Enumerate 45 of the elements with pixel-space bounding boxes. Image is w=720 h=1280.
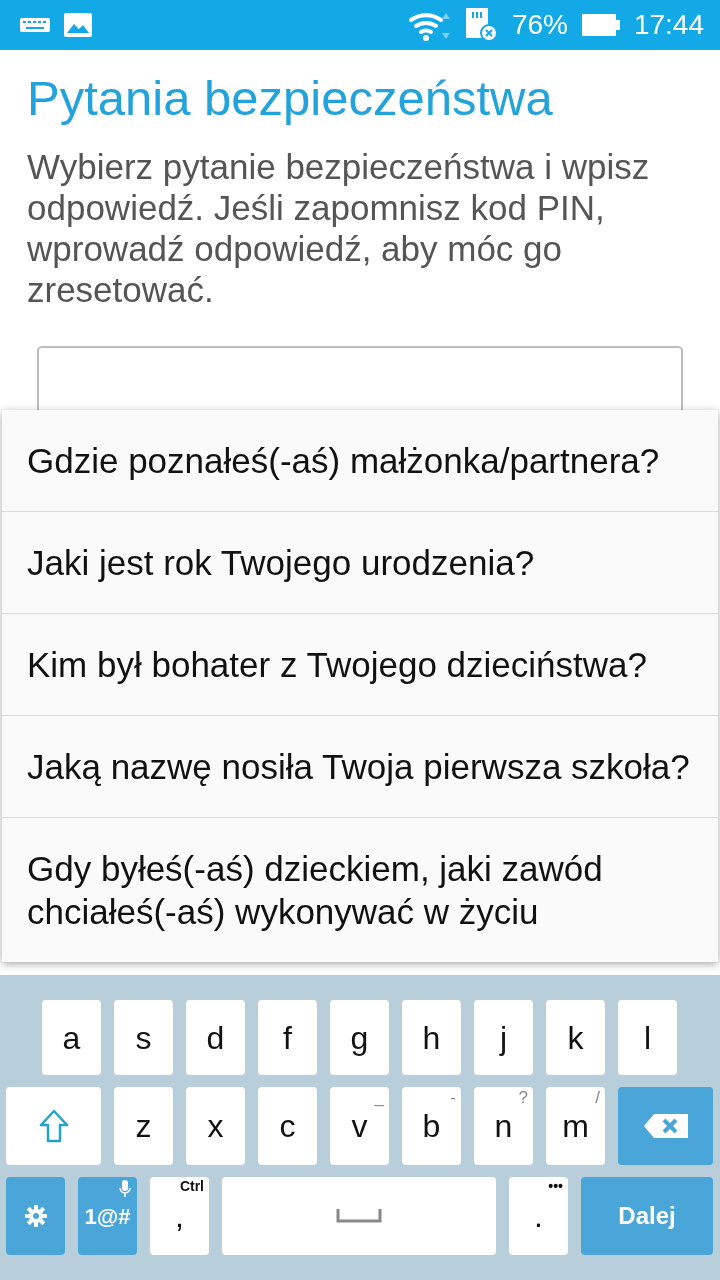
- dropdown-option[interactable]: Jaki jest rok Twojego urodzenia?: [2, 512, 718, 614]
- shift-key[interactable]: [6, 1087, 101, 1165]
- battery-percent: 76%: [511, 8, 568, 42]
- clock: 17:44: [633, 8, 704, 42]
- backspace-icon: [643, 1114, 688, 1138]
- key[interactable]: f: [258, 1000, 317, 1075]
- key-hint: ?: [518, 1089, 528, 1106]
- sd-card-icon: [465, 8, 498, 42]
- key-hint: -: [450, 1089, 456, 1106]
- key[interactable]: , Ctrl: [150, 1177, 209, 1255]
- key[interactable]: s: [114, 1000, 173, 1075]
- space-icon: [336, 1209, 382, 1223]
- key-hint: _: [374, 1089, 384, 1106]
- key[interactable]: a: [42, 1000, 101, 1075]
- key[interactable]: k: [546, 1000, 605, 1075]
- backspace-key[interactable]: [618, 1087, 713, 1165]
- key[interactable]: x: [186, 1087, 245, 1165]
- description: Wybierz pytanie bezpieczeństwa i wpisz odpowiedź. Jeśli zapomnisz kod PIN, wprowadź odpowiedź, aby móc go zresetować.: [27, 145, 651, 310]
- key[interactable]: v _: [330, 1087, 389, 1165]
- keyboard-icon: [20, 18, 50, 32]
- key[interactable]: l: [618, 1000, 677, 1075]
- key[interactable]: h: [402, 1000, 461, 1075]
- key-hint: Ctrl: [179, 1179, 204, 1193]
- microphone-icon: [119, 1180, 131, 1198]
- key[interactable]: . •••: [509, 1177, 568, 1255]
- dropdown-option[interactable]: Kim był bohater z Twojego dzieciństwa?: [2, 614, 718, 716]
- key[interactable]: j: [474, 1000, 533, 1075]
- shift-icon: [38, 1109, 69, 1143]
- key[interactable]: z: [114, 1087, 173, 1165]
- settings-key[interactable]: [6, 1177, 65, 1255]
- key[interactable]: c: [258, 1087, 317, 1165]
- key[interactable]: m /: [546, 1087, 605, 1165]
- dropdown-option[interactable]: Jaką nazwę nosiła Twoja pierwsza szkoła?: [2, 716, 718, 818]
- battery-icon: [581, 14, 620, 36]
- key-hint: •••: [548, 1179, 563, 1193]
- image-icon: [64, 13, 92, 37]
- key[interactable]: g: [330, 1000, 389, 1075]
- page-title: Pytania bezpieczeństwa: [27, 72, 554, 126]
- key-hint: /: [595, 1089, 600, 1106]
- key[interactable]: n ?: [474, 1087, 533, 1165]
- dropdown-option[interactable]: Gdzie poznałeś(-aś) małżonka/partnera?: [2, 410, 718, 512]
- key[interactable]: b -: [402, 1087, 461, 1165]
- settings-icon: [24, 1205, 47, 1227]
- dropdown-option[interactable]: Gdy byłeś(-aś) dzieckiem, jaki zawód chciałeś(-aś) wykonywać w życiu: [2, 818, 718, 962]
- key[interactable]: d: [186, 1000, 245, 1075]
